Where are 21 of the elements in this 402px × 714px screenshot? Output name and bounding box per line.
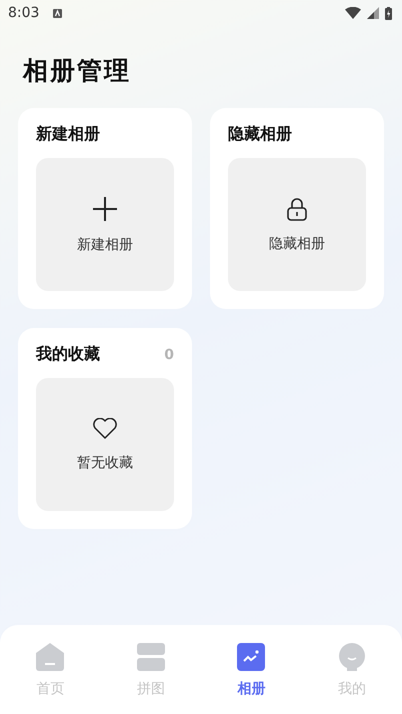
layout-icon — [136, 643, 165, 671]
album-tile[interactable]: 暂无收藏 — [36, 378, 174, 511]
profile-icon — [338, 643, 366, 671]
status-time: 8:03 — [8, 5, 40, 21]
wifi-icon — [345, 7, 361, 19]
home-icon — [36, 643, 64, 671]
signal-icon — [367, 7, 379, 19]
nav-tab[interactable]: 相册 — [201, 625, 302, 714]
card-title: 我的收藏 — [36, 344, 100, 365]
card-title: 隐藏相册 — [228, 124, 292, 145]
lock-icon — [286, 196, 308, 220]
album-tile[interactable]: 隐藏相册 — [228, 158, 366, 291]
card-title: 新建相册 — [36, 124, 100, 145]
album-tile[interactable]: 新建相册 — [36, 158, 174, 291]
notification-icon — [53, 8, 62, 18]
page-title: 相册管理 — [23, 55, 132, 87]
item-count: 0 — [164, 346, 174, 362]
battery-icon — [385, 6, 392, 20]
plus-icon — [92, 196, 118, 222]
photo-icon — [237, 643, 266, 671]
heart-icon — [92, 418, 118, 440]
